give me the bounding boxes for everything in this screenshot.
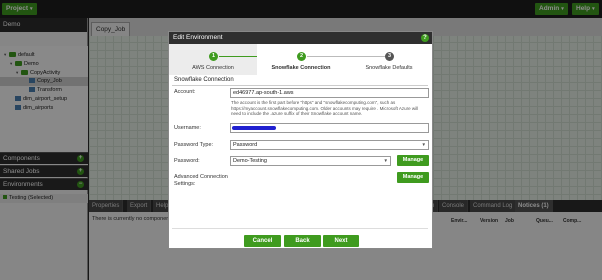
password-type-label: Password Type:: [174, 142, 214, 148]
dialog-title: Edit Environment: [169, 32, 432, 44]
step-label: AWS Connection: [192, 65, 234, 71]
step-label: Snowflake Connection: [271, 65, 331, 71]
divider: [172, 228, 428, 229]
wizard-steps: 1 AWS Connection 2 Snowflake Connection …: [169, 44, 432, 75]
account-label: Account:: [174, 89, 196, 95]
account-hint: The account is the first part before "ht…: [231, 100, 419, 116]
password-select[interactable]: Demo-Testing ▼: [230, 156, 391, 166]
step-number: 2: [297, 52, 306, 61]
edit-environment-dialog: Edit Environment ? 1 AWS Connection 2 Sn…: [168, 31, 433, 249]
manage-password-button[interactable]: Manage: [397, 155, 429, 166]
step-number: 1: [209, 52, 218, 61]
select-value: Demo-Testing: [233, 158, 267, 164]
advanced-settings-label: Advanced Connection Settings:: [174, 174, 228, 187]
step-aws-connection[interactable]: 1 AWS Connection: [169, 44, 257, 75]
password-type-select[interactable]: Password ▼: [230, 140, 429, 150]
password-label: Password:: [174, 158, 200, 164]
step-snowflake-connection[interactable]: 2 Snowflake Connection: [257, 44, 345, 75]
step-label: Snowflake Defaults: [365, 65, 413, 71]
step-number: 3: [385, 52, 394, 61]
select-value: Password: [233, 142, 258, 148]
step-snowflake-defaults[interactable]: 3 Snowflake Defaults: [345, 44, 433, 75]
next-button[interactable]: Next: [323, 235, 359, 247]
redaction-mark: [232, 126, 276, 130]
help-icon[interactable]: ?: [421, 34, 429, 42]
back-button[interactable]: Back: [284, 235, 321, 247]
cancel-button[interactable]: Cancel: [244, 235, 281, 247]
account-input[interactable]: ed46977.ap-south-1.aws: [230, 88, 429, 98]
username-label: Username:: [174, 125, 201, 131]
chevron-down-icon: ▼: [383, 158, 388, 163]
chevron-down-icon: ▼: [421, 142, 426, 147]
section-title: Snowflake Connection: [174, 77, 234, 83]
divider: [172, 85, 428, 86]
manage-advanced-button[interactable]: Manage: [397, 172, 429, 183]
